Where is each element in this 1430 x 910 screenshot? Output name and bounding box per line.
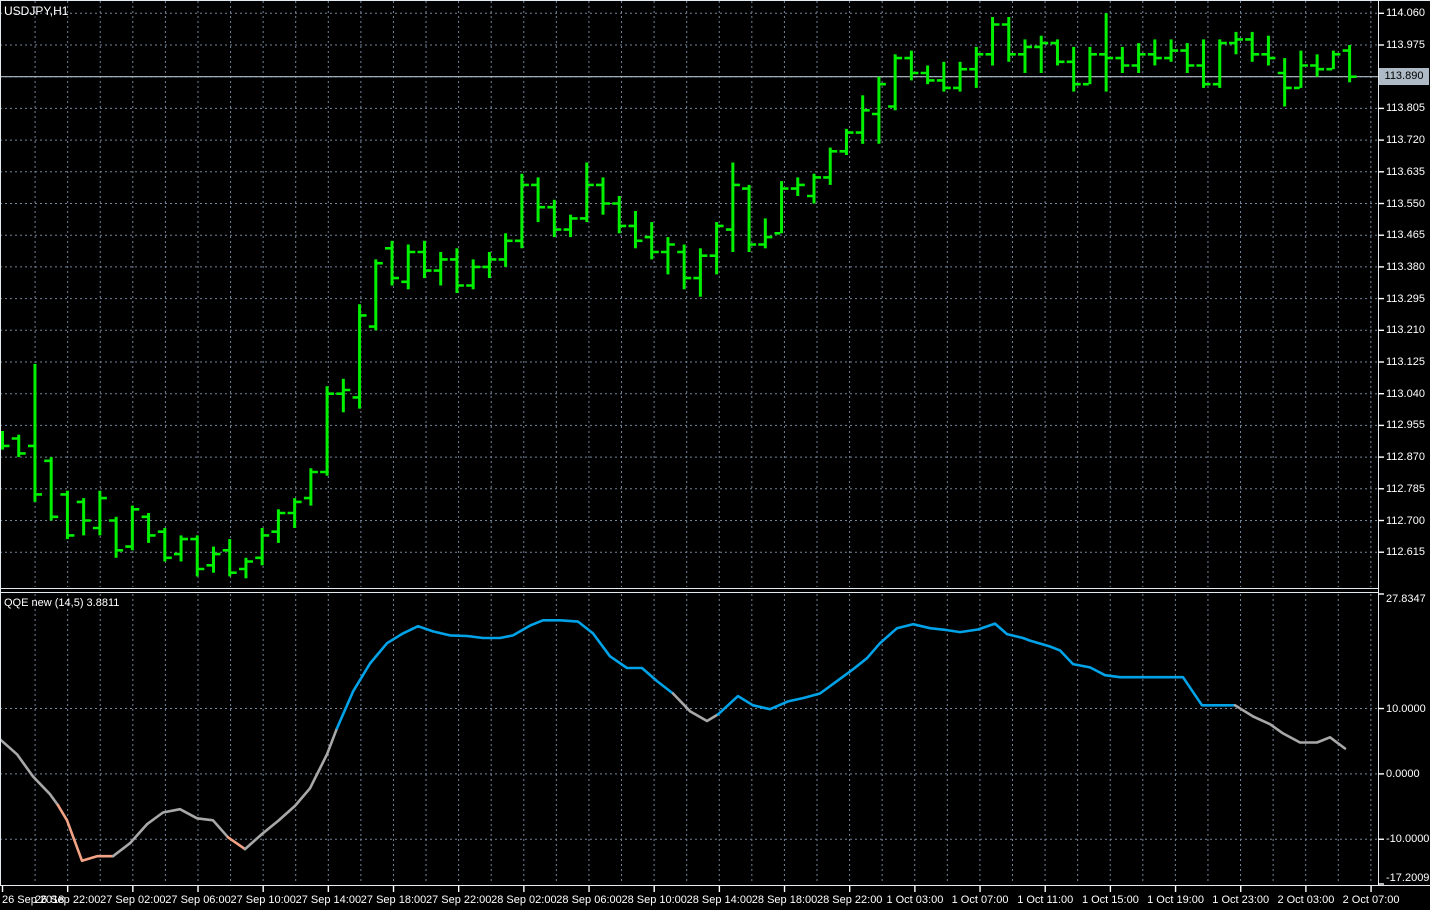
time-axis[interactable]: [0, 886, 1430, 910]
main-chart-area[interactable]: [0, 0, 1378, 588]
symbol-timeframe-label: USDJPY,H1: [4, 4, 69, 18]
indicator-panel-area[interactable]: [0, 592, 1378, 886]
indicator-name-label: QQE new (14,5) 3.8811: [4, 597, 120, 609]
chart-window: USDJPY,H1 QQE new (14,5) 3.8811 113.890 …: [0, 0, 1430, 910]
price-scale[interactable]: [1378, 0, 1430, 886]
current-price-badge: 113.890: [1379, 68, 1429, 85]
